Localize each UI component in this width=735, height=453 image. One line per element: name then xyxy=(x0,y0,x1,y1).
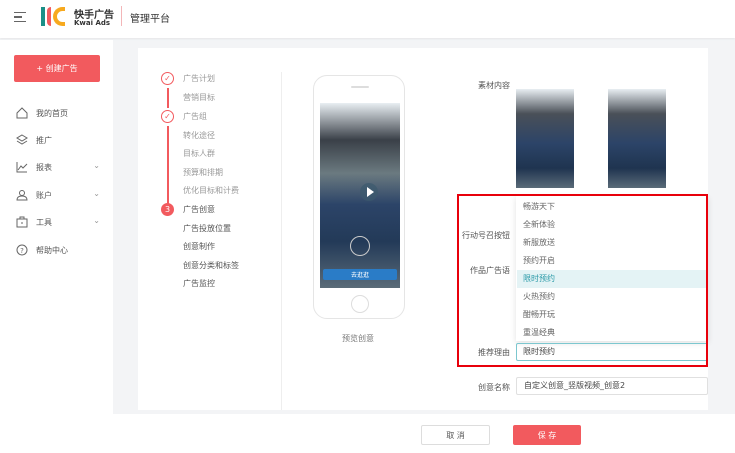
home-button xyxy=(351,295,369,313)
step-label[interactable]: 转化途径 xyxy=(183,130,215,141)
material-thumbnail[interactable] xyxy=(516,89,574,188)
video-thumbnail: 去逛逛 xyxy=(320,103,400,288)
step-label[interactable]: 营销目标 xyxy=(183,92,215,103)
annotation-box xyxy=(457,194,708,367)
sidebar-item-account[interactable]: 账户 ⌄ xyxy=(16,187,106,203)
check-circle-icon: ✓ xyxy=(161,72,174,85)
toolbox-icon xyxy=(16,216,28,228)
divider xyxy=(121,6,122,26)
menu-toggle-icon[interactable] xyxy=(14,12,26,22)
help-icon: ? xyxy=(16,244,28,256)
sidebar-item-tools[interactable]: 工具 ⌄ xyxy=(16,214,106,230)
step-label[interactable]: 广告计划 xyxy=(183,73,215,84)
kwai-logo-icon xyxy=(41,7,71,26)
step-label[interactable]: 广告监控 xyxy=(183,278,215,289)
chevron-down-icon: ⌄ xyxy=(93,161,100,170)
brand-en: Kwai Ads xyxy=(74,19,111,27)
step-label[interactable]: 创意制作 xyxy=(183,241,215,252)
name-label: 创意名称 xyxy=(478,383,510,392)
sidebar-item-reports[interactable]: 报表 ⌄ xyxy=(16,159,106,175)
check-circle-icon: ✓ xyxy=(161,110,174,123)
mercedes-logo xyxy=(350,236,370,256)
step-number: 3 xyxy=(161,203,174,216)
top-header: 快手广告 Kwai Ads 管理平台 xyxy=(0,0,735,38)
step-label[interactable]: 广告组 xyxy=(183,111,207,122)
platform-title: 管理平台 xyxy=(130,14,170,25)
cancel-button[interactable]: 取 消 xyxy=(421,425,490,445)
material-label: 素材内容 xyxy=(478,81,510,90)
svg-text:?: ? xyxy=(20,247,24,255)
chart-icon xyxy=(16,162,28,173)
step-label[interactable]: 广告创意 xyxy=(183,204,215,215)
chevron-down-icon: ⌄ xyxy=(93,216,100,225)
step-line xyxy=(167,126,169,204)
home-icon xyxy=(16,107,28,119)
creative-name-input[interactable]: 自定义创意_竖版视频_创意2 xyxy=(516,377,708,395)
material-thumbnail[interactable] xyxy=(608,89,666,188)
save-button[interactable]: 保 存 xyxy=(513,425,581,445)
layers-icon xyxy=(16,134,28,145)
preview-cta-button[interactable]: 去逛逛 xyxy=(323,269,397,280)
chevron-down-icon: ⌄ xyxy=(93,189,100,198)
step-label[interactable]: 预算和排期 xyxy=(183,167,223,178)
phone-preview: 去逛逛 xyxy=(313,75,405,319)
step-label[interactable]: 目标人群 xyxy=(183,148,215,159)
divider xyxy=(281,72,282,410)
step-label[interactable]: 广告投放位置 xyxy=(183,223,231,234)
step-label[interactable]: 优化目标和计费 xyxy=(183,185,239,196)
sidebar-item-home[interactable]: 我的首页 xyxy=(16,105,106,121)
play-icon[interactable] xyxy=(360,183,378,201)
sidebar-item-help[interactable]: ? 帮助中心 xyxy=(16,242,106,258)
user-icon xyxy=(16,190,28,201)
preview-label: 预览创意 xyxy=(342,334,374,343)
create-ad-button[interactable]: + 创建广告 xyxy=(14,55,100,82)
step-line xyxy=(167,88,169,108)
step-label[interactable]: 创意分类和标签 xyxy=(183,260,239,271)
sidebar-item-promote[interactable]: 推广 xyxy=(16,132,106,148)
